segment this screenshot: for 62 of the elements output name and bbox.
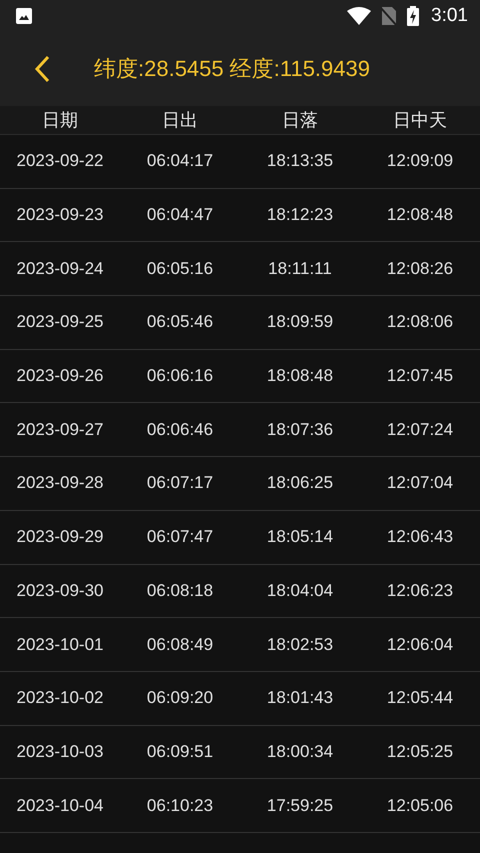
table-cell: 2023-10-02	[16, 688, 104, 708]
table-cell: 18:06:25	[266, 473, 334, 494]
table-cell: 06:04:17	[146, 151, 214, 172]
no-sim-icon	[381, 6, 398, 26]
table-cell: 06:05:46	[146, 312, 214, 332]
table-cell: 18:07:36	[266, 420, 334, 440]
table-cell: 06:06:16	[146, 366, 214, 386]
table-cell: 18:12:23	[266, 205, 334, 226]
table-cell: 12:07:04	[386, 473, 454, 494]
table-cell: 2023-10-04	[16, 796, 104, 816]
column-header: 日期	[42, 109, 78, 132]
table-cell: 12:07:45	[386, 366, 454, 386]
table-cell: 17:59:25	[266, 796, 334, 816]
column-header: 日出	[162, 109, 198, 132]
table-cell: 12:05:44	[386, 688, 454, 708]
table-cell: 2023-10-01	[16, 634, 104, 655]
table-cell: 06:05:16	[146, 258, 214, 279]
table-cell: 18:01:43	[266, 688, 334, 708]
table-cell: 18:00:34	[266, 742, 334, 762]
table-cell: 2023-09-22	[16, 151, 104, 172]
column-header: 日中天	[393, 109, 447, 132]
table-cell: 2023-09-30	[16, 580, 104, 601]
status-time: 3:01	[431, 5, 468, 27]
wifi-icon	[347, 7, 372, 25]
table-cell: 12:06:04	[386, 634, 454, 655]
table-cell: 12:08:48	[386, 205, 454, 226]
header-title: 纬度:28.5455 经度:115.9439	[94, 55, 370, 83]
table-cell: 06:08:49	[146, 634, 214, 655]
table-cell: 18:02:53	[266, 634, 334, 655]
table-cell: 2023-09-27	[16, 420, 104, 440]
table-cell: 2023-09-29	[16, 527, 104, 548]
table-cell: 2023-09-28	[16, 473, 104, 494]
table-cell: 2023-09-24	[16, 258, 104, 279]
table-cell: 18:11:11	[268, 258, 332, 279]
table-cell: 12:08:26	[386, 258, 454, 279]
table-cell: 18:04:04	[266, 580, 334, 601]
table-cell: 12:05:25	[386, 742, 454, 762]
table-cell: 06:10:23	[146, 796, 214, 816]
column-header: 日落	[282, 109, 318, 132]
table-cell: 2023-09-26	[16, 366, 104, 386]
table-cell: 06:04:47	[146, 205, 214, 226]
table-cell: 2023-09-25	[16, 312, 104, 332]
table-cell: 18:09:59	[266, 312, 334, 332]
table-cell: 18:13:35	[266, 151, 334, 172]
table-cell: 06:09:51	[146, 742, 214, 762]
table-cell: 18:05:14	[266, 527, 334, 548]
table-cell: 18:08:48	[266, 366, 334, 386]
table-cell: 12:05:06	[386, 796, 454, 816]
table-cell: 12:08:06	[386, 312, 454, 332]
image-icon	[15, 7, 33, 25]
table-cell: 12:09:09	[386, 151, 454, 172]
battery-charging-icon	[407, 6, 420, 26]
table-cell: 12:06:23	[386, 580, 454, 601]
table-cell: 06:08:18	[146, 580, 214, 601]
table-cell: 06:09:20	[146, 688, 214, 708]
table-cell: 06:06:46	[146, 420, 214, 440]
table-cell: 06:07:17	[146, 473, 214, 494]
table-cell: 12:06:43	[386, 527, 454, 548]
table-cell: 12:07:24	[386, 420, 454, 440]
table-cell: 06:07:47	[146, 527, 214, 548]
table-cell: 2023-09-23	[16, 205, 104, 226]
table-cell: 2023-10-03	[16, 742, 104, 762]
